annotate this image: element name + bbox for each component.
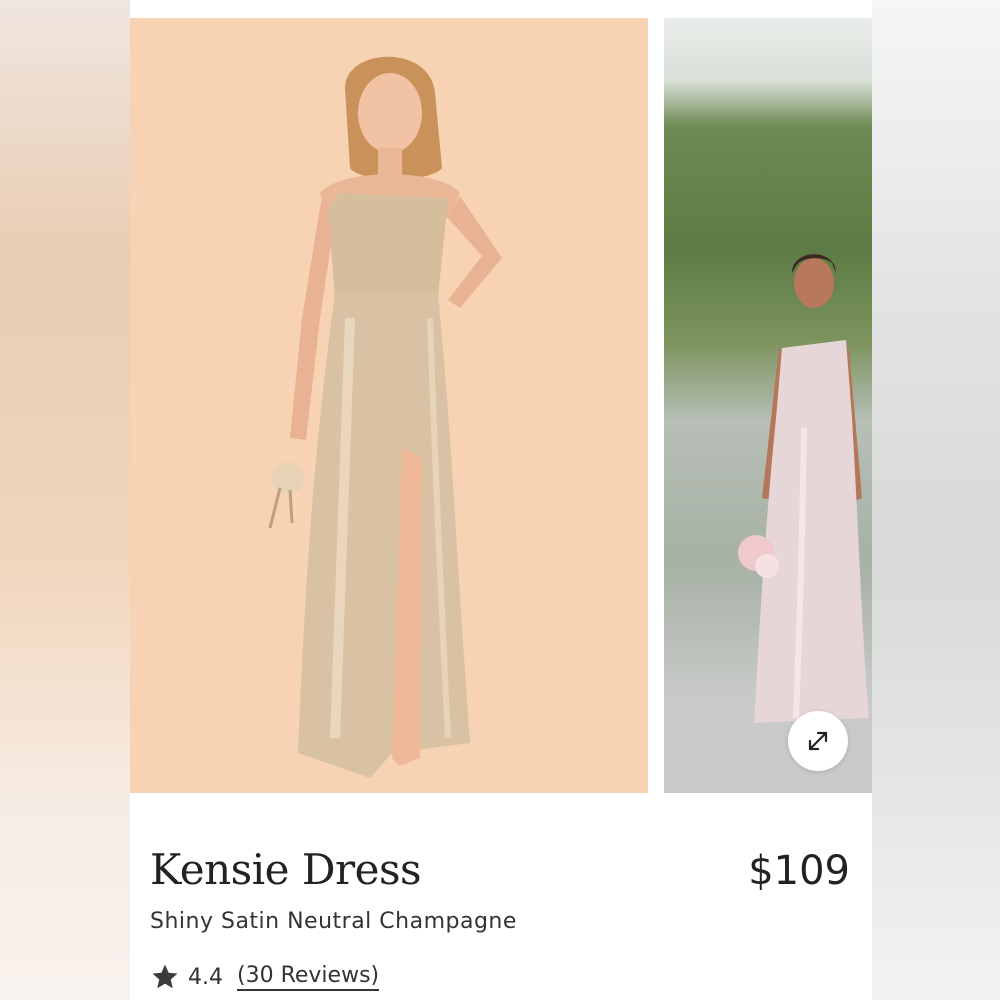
expand-image-button[interactable] (788, 711, 848, 771)
reviews-link[interactable]: (30 Reviews) (237, 963, 380, 991)
blurred-background-left (0, 0, 130, 1000)
expand-icon (808, 731, 828, 751)
rating-value: 4.4 (188, 964, 223, 990)
main-product-image[interactable] (130, 18, 648, 793)
product-title: Kensie Dress (150, 845, 422, 894)
model-outdoor-illustration (664, 254, 872, 793)
model-in-dress-illustration (268, 56, 502, 778)
rating-row: 4.4 (30 Reviews) (150, 959, 380, 995)
product-variant: Shiny Satin Neutral Champagne (150, 909, 517, 934)
blurred-background-right (872, 0, 1000, 1000)
secondary-product-image[interactable] (664, 18, 872, 793)
product-card: Kensie Dress $109 Shiny Satin Neutral Ch… (130, 0, 872, 1000)
star-icon (152, 964, 178, 989)
product-price: $109 (748, 848, 850, 894)
